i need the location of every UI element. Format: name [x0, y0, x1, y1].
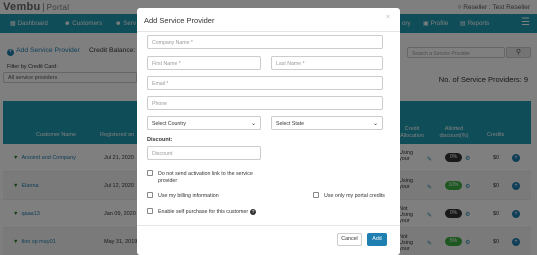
- help-icon[interactable]: ?: [250, 209, 257, 215]
- state-select[interactable]: Select State ⌄: [271, 116, 383, 130]
- close-icon[interactable]: ×: [386, 14, 390, 21]
- chevron-down-icon: ⌄: [250, 121, 256, 127]
- first-name-input[interactable]: First Name *: [147, 56, 261, 70]
- chevron-down-icon: ⌄: [372, 121, 378, 127]
- checkbox-label: Do not send activation link to the servi…: [158, 171, 253, 177]
- last-name-input[interactable]: Last Name *: [271, 56, 383, 70]
- no-activation-link-checkbox[interactable]: Do not send activation link to the servi…: [147, 170, 253, 185]
- discount-input[interactable]: Discount: [147, 146, 261, 160]
- state-select-value: Select State: [276, 121, 304, 127]
- checkbox-box: [147, 208, 153, 214]
- self-purchase-checkbox[interactable]: Enable self purchase for this customer?: [147, 208, 257, 216]
- add-button[interactable]: Add: [367, 233, 387, 246]
- divider: [137, 225, 400, 226]
- company-name-input[interactable]: Company Name *: [147, 35, 383, 49]
- checkbox-label: Use only my portal credits: [324, 193, 385, 199]
- divider: [137, 31, 400, 32]
- checkbox-label-cont: provider: [158, 178, 178, 184]
- discount-label: Discount:: [147, 137, 173, 143]
- country-select[interactable]: Select Country ⌄: [147, 116, 261, 130]
- use-billing-info-checkbox[interactable]: Use my billing information: [147, 192, 219, 200]
- checkbox-box: [147, 170, 153, 176]
- checkbox-box: [147, 192, 153, 198]
- email-input[interactable]: Email *: [147, 76, 383, 90]
- checkbox-box: [313, 192, 319, 198]
- modal-title: Add Service Provider: [144, 16, 215, 25]
- cancel-button[interactable]: Cancel: [337, 233, 362, 246]
- portal-credits-only-checkbox[interactable]: Use only my portal credits: [313, 192, 385, 200]
- phone-input[interactable]: Phone: [147, 96, 383, 110]
- checkbox-label: Use my billing information: [158, 193, 219, 199]
- checkbox-label: Enable self purchase for this customer: [158, 209, 249, 215]
- country-select-value: Select Country: [152, 121, 187, 127]
- add-service-provider-modal: Add Service Provider × Company Name * Fi…: [137, 8, 400, 255]
